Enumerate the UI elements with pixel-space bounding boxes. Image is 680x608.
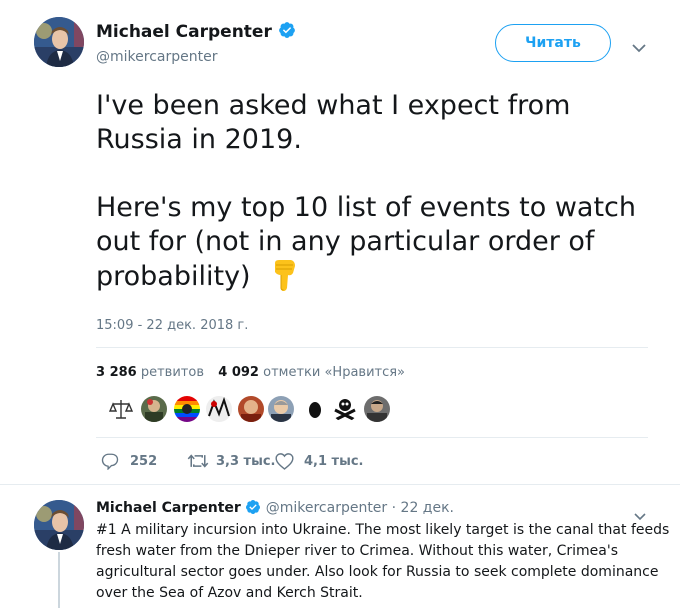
liker-avatar[interactable] bbox=[174, 396, 200, 422]
tweet-text-line: probability) bbox=[96, 261, 251, 292]
reply-author-handle[interactable]: @mikercarpenter bbox=[266, 500, 387, 516]
tweet-text-line: Here's my top 10 list of events to watch bbox=[96, 192, 636, 223]
reply-author-avatar[interactable] bbox=[34, 500, 84, 550]
reply-text-line: over the Sea of Azov and Kerch Strait. bbox=[96, 585, 363, 601]
tweet-separator bbox=[0, 484, 680, 485]
divider bbox=[96, 347, 648, 348]
liker-avatar[interactable] bbox=[206, 396, 232, 422]
retweets-count[interactable]: 3 286 bbox=[96, 365, 137, 380]
author-handle[interactable]: @mikercarpenter bbox=[96, 49, 217, 65]
retweet-action[interactable]: 3,3 тыс. bbox=[187, 452, 276, 470]
liker-avatar[interactable] bbox=[364, 396, 390, 422]
reply-action[interactable]: 252 bbox=[101, 452, 157, 470]
tweet-text-line: out for (not in any particular order of bbox=[96, 226, 595, 257]
reply-text-line: fresh water from the Dnieper river to Cr… bbox=[96, 543, 619, 559]
tweet-text: I've been asked what I expect from Russi… bbox=[96, 89, 656, 300]
likes-count[interactable]: 4 092 bbox=[218, 365, 259, 380]
reply-header: Michael Carpenter @mikercarpenter · 22 д… bbox=[96, 499, 454, 519]
reply-author-name[interactable]: Michael Carpenter bbox=[96, 500, 241, 516]
retweet-icon bbox=[187, 454, 209, 468]
author-name[interactable]: Michael Carpenter bbox=[96, 21, 296, 44]
retweet-count: 3,3 тыс. bbox=[216, 453, 276, 469]
liker-avatar[interactable] bbox=[332, 396, 358, 422]
chevron-down-icon[interactable] bbox=[632, 38, 646, 57]
liker-avatars bbox=[108, 396, 398, 424]
reply-date[interactable]: · 22 дек. bbox=[392, 500, 454, 516]
reply-text-line: agricultural sector goes under. Also loo… bbox=[96, 564, 659, 580]
reply-icon bbox=[101, 453, 119, 470]
liker-avatar[interactable] bbox=[302, 396, 328, 422]
tweet-stats: 3 286 ретвитов 4 092 отметки «Нравится» bbox=[96, 365, 405, 380]
retweets-label[interactable]: ретвитов bbox=[141, 365, 204, 380]
thread-connector bbox=[58, 552, 60, 608]
divider bbox=[96, 437, 648, 438]
like-action[interactable]: 4,1 тыс. bbox=[275, 452, 364, 470]
liker-avatar[interactable] bbox=[238, 396, 264, 422]
reply-text: #1 A military incursion into Ukraine. Th… bbox=[96, 520, 676, 604]
liker-avatar[interactable] bbox=[108, 396, 134, 422]
likes-label[interactable]: отметки «Нравится» bbox=[263, 365, 405, 380]
author-name-text[interactable]: Michael Carpenter bbox=[96, 22, 272, 42]
like-count: 4,1 тыс. bbox=[304, 453, 364, 469]
retweets-stat[interactable]: 3 286 ретвитов bbox=[96, 365, 204, 380]
tweet-text-line: I've been asked what I expect from bbox=[96, 90, 571, 121]
likes-stat[interactable]: 4 092 отметки «Нравится» bbox=[218, 365, 405, 380]
author-avatar[interactable] bbox=[34, 17, 84, 67]
tweet-timestamp[interactable]: 15:09 - 22 дек. 2018 г. bbox=[96, 318, 248, 333]
reply-text-line: #1 A military incursion into Ukraine. Th… bbox=[96, 522, 670, 538]
heart-icon bbox=[275, 453, 294, 470]
reply-count: 252 bbox=[130, 453, 158, 469]
tweet-text-line: Russia in 2019. bbox=[96, 124, 302, 155]
verified-badge-icon bbox=[245, 499, 261, 519]
liker-avatar[interactable] bbox=[268, 396, 294, 422]
liker-avatar[interactable] bbox=[141, 396, 167, 422]
verified-badge-icon bbox=[278, 21, 296, 44]
pointing-down-emoji bbox=[271, 259, 297, 300]
follow-button[interactable]: Читать bbox=[495, 24, 611, 62]
